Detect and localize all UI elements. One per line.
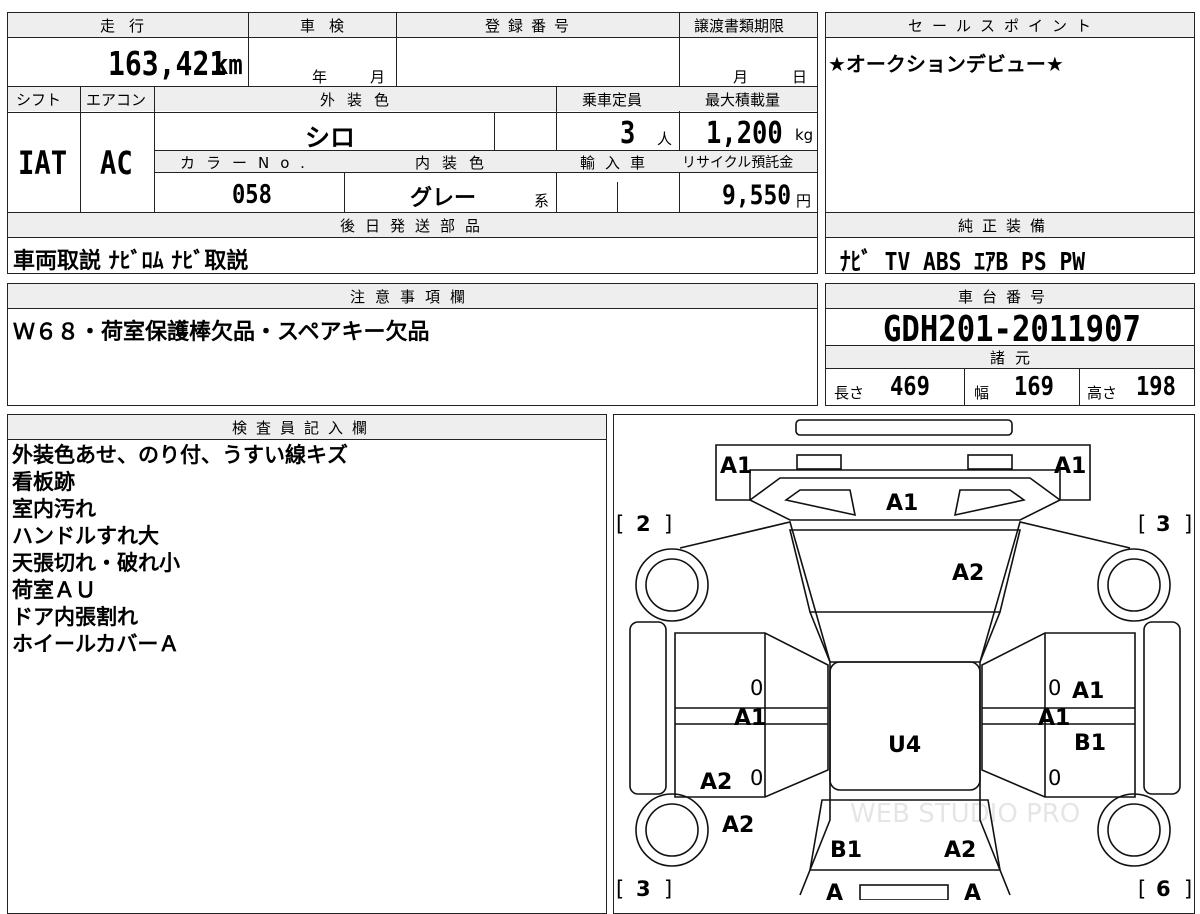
mark-hood: A1 <box>886 491 918 516</box>
mark-right-front-door: A1 <box>1038 706 1070 731</box>
svg-text:]: ] <box>664 512 672 536</box>
svg-text:[: [ <box>616 877 624 900</box>
tire-rear-right: 6 <box>1156 877 1171 900</box>
mark-left-rear-quarter: A2 <box>722 813 754 838</box>
mark-right-front-door-top: A1 <box>1072 679 1104 704</box>
mark-front-left: A1 <box>720 454 752 479</box>
mark-windshield: A2 <box>952 561 984 586</box>
mark-rear-right: A2 <box>944 838 976 863</box>
zero-mark: 0 <box>750 676 763 700</box>
tire-front-left: 2 <box>636 512 651 536</box>
svg-text:[: [ <box>1138 512 1146 536</box>
svg-text:[: [ <box>616 512 624 536</box>
mark-rear-bumper-right: A <box>964 881 981 900</box>
watermark: WEB STUDIO PRO <box>850 799 1080 829</box>
mark-left-front-door: A1 <box>734 706 766 731</box>
zero-mark: 0 <box>1048 766 1061 790</box>
svg-text:]: ] <box>1184 877 1192 900</box>
mark-left-rear-door: A2 <box>700 770 732 795</box>
tire-rear-left: 3 <box>636 877 651 900</box>
mark-rear-left: B1 <box>830 838 862 863</box>
vehicle-diagram: A1 A1 A1 A2 A1 A1 A1 B1 U4 A2 A2 B1 A2 A… <box>616 419 1192 900</box>
mark-right-rear-door: B1 <box>1074 731 1106 756</box>
svg-text:]: ] <box>664 877 672 900</box>
zero-mark: 0 <box>1048 676 1061 700</box>
mark-rear-bumper-left: A <box>826 881 843 900</box>
zero-mark: 0 <box>750 766 763 790</box>
mark-front-right: A1 <box>1054 454 1086 479</box>
svg-text:[: [ <box>1138 877 1146 900</box>
tire-front-right: 3 <box>1156 512 1171 536</box>
svg-text:]: ] <box>1184 512 1192 536</box>
mark-roof: U4 <box>888 733 921 758</box>
